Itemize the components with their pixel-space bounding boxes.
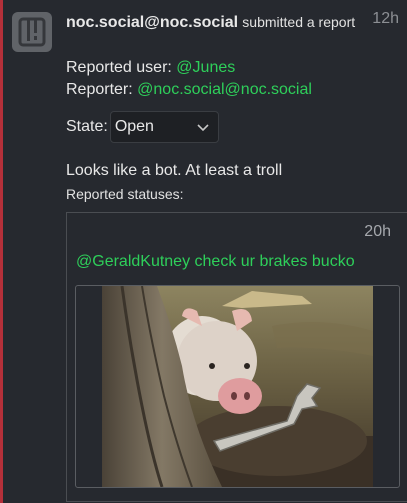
- alert-edge: [0, 0, 3, 503]
- reporter-label: Reporter:: [66, 81, 133, 98]
- state-select-value: Open: [114, 118, 154, 135]
- status-time[interactable]: 20h: [364, 223, 391, 241]
- state-label: State:: [66, 118, 108, 135]
- reporter-link[interactable]: @noc.social@noc.social: [137, 81, 312, 98]
- chevron-down-icon: [197, 124, 209, 132]
- notification-time[interactable]: 12h: [372, 10, 399, 28]
- reported-user-label: Reported user:: [66, 59, 172, 76]
- pig-photo-image: [102, 286, 373, 487]
- reported-statuses-label: Reported statuses:: [66, 186, 184, 202]
- state-select[interactable]: Open: [109, 111, 219, 143]
- instance-logo-icon: [18, 17, 46, 47]
- reported-user-line: Reported user: @Junes: [66, 59, 235, 77]
- report-comment: Looks like a bot. At least a troll: [66, 162, 283, 179]
- reported-user-link[interactable]: @Junes: [176, 59, 235, 76]
- state-row: State: Open: [66, 111, 219, 143]
- avatar[interactable]: [12, 12, 52, 52]
- status-text[interactable]: @GeraldKutney check ur brakes bucko: [76, 253, 355, 271]
- attached-photo[interactable]: [102, 286, 373, 487]
- action-text: submitted a report: [242, 14, 356, 30]
- actor-name[interactable]: noc.social@noc.social: [66, 14, 238, 31]
- reporter-line: Reporter: @noc.social@noc.social: [66, 81, 312, 99]
- notification-header: noc.social@noc.social submitted a report: [66, 10, 366, 35]
